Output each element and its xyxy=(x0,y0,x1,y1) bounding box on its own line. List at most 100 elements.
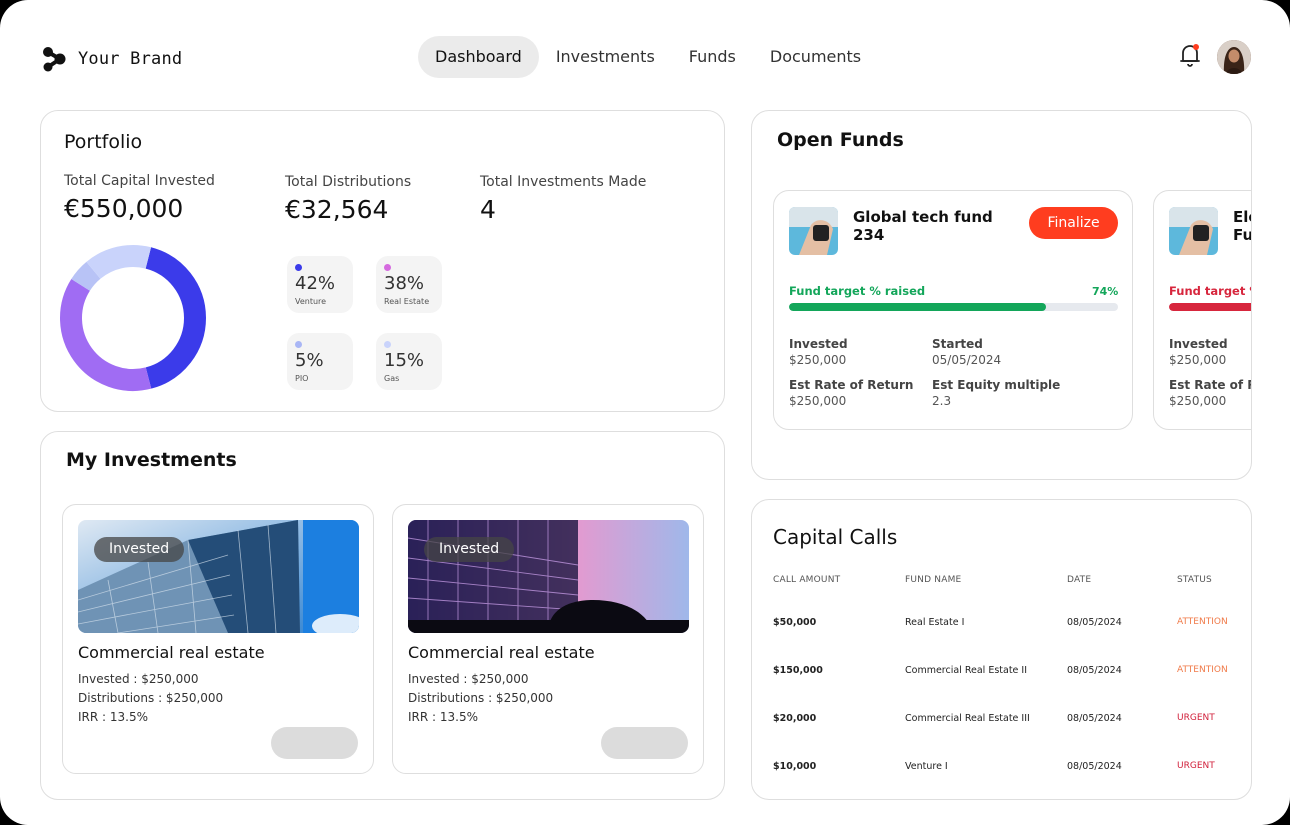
allocation-chip-pio: 5% PIO xyxy=(287,333,353,390)
call-fund-cell: Commercial Real Estate II xyxy=(905,665,1028,676)
call-fund-cell: Commercial Real Estate III xyxy=(905,713,1030,724)
header-fund-name: FUND NAME xyxy=(905,575,962,585)
fund-progress-fill xyxy=(789,303,1046,311)
fund-image xyxy=(789,207,838,255)
brand-name: Your Brand xyxy=(78,49,183,69)
fund-image xyxy=(1169,207,1218,255)
investment-invested: Invested : $250,000 xyxy=(408,672,529,686)
fund-progress-fill xyxy=(1169,303,1251,311)
donut-slice-gas xyxy=(86,245,152,280)
investment-distributions: Distributions : $250,000 xyxy=(408,691,554,705)
real-estate-pct: 38% xyxy=(384,273,425,294)
bell-icon[interactable] xyxy=(1178,42,1202,68)
header-call-amount: CALL AMOUNT xyxy=(773,575,841,585)
fund-rate-value: $250,000 xyxy=(1169,394,1227,408)
pio-dot xyxy=(295,341,302,348)
notification-dot xyxy=(1193,44,1199,50)
total-capital-value: €550,000 xyxy=(64,194,184,223)
fund-target-pct: 74% xyxy=(1092,285,1119,298)
capital-calls-card: Capital Calls CALL AMOUNT FUND NAME DATE… xyxy=(751,499,1252,800)
fund-multiple-label: Est Equity multiple xyxy=(932,378,1061,392)
nav-dashboard[interactable]: Dashboard xyxy=(418,36,539,78)
header-date: DATE xyxy=(1067,575,1092,585)
investment-action-button[interactable] xyxy=(271,727,358,759)
fund-name: Ele Fu xyxy=(1233,208,1252,244)
fund-started-value: 05/05/2024 xyxy=(932,353,1002,367)
brand-logo-icon xyxy=(43,47,66,72)
investment-card[interactable]: Invested Commercial real estate Invested… xyxy=(62,504,374,774)
donut-slice-real-estate xyxy=(60,278,152,391)
main-nav: Dashboard Investments Funds Documents xyxy=(418,36,878,78)
call-date-cell: 08/05/2024 xyxy=(1067,617,1122,628)
call-fund-cell: Venture I xyxy=(905,761,948,772)
call-date-cell: 08/05/2024 xyxy=(1067,665,1122,676)
allocation-donut-chart xyxy=(60,245,206,391)
fund-invested-label: Invested xyxy=(789,337,848,351)
my-investments-title: My Investments xyxy=(66,449,237,471)
open-funds-card: Open Funds Global tech fund 234 Finalize… xyxy=(751,110,1252,480)
fund-target-label: Fund target % raised xyxy=(789,284,926,298)
fund-started-label: Started xyxy=(932,337,983,351)
fund-rate-label: Est Rate of Return xyxy=(789,378,914,392)
pio-pct: 5% xyxy=(295,350,324,371)
total-investments-label: Total Investments Made xyxy=(480,174,647,190)
gas-pct: 15% xyxy=(384,350,425,371)
investments-bar-chart xyxy=(479,309,687,383)
app-window: Your Brand Dashboard Investments Funds D… xyxy=(0,0,1290,825)
gas-dot xyxy=(384,341,391,348)
fund-target-label: Fund target % xyxy=(1169,284,1252,298)
total-distributions-metric: Total Distributions €32,564 xyxy=(285,174,411,224)
allocation-chip-real-estate: 38% Real Estate xyxy=(376,256,442,313)
total-investments-metric: Total Investments Made 4 xyxy=(480,174,646,224)
investment-card[interactable]: Invested Commercial real estate Invested… xyxy=(392,504,704,774)
call-amount-cell: $50,000 xyxy=(773,617,817,628)
allocation-chip-venture: 42% Venture xyxy=(287,256,353,313)
investment-title: Commercial real estate xyxy=(78,643,265,662)
call-status-cell: URGENT xyxy=(1177,761,1215,771)
nav-documents[interactable]: Documents xyxy=(753,36,878,78)
fund-invested-label: Invested xyxy=(1169,337,1228,351)
portfolio-card: Portfolio Total Capital Invested €550,00… xyxy=(40,110,725,412)
venture-dot xyxy=(295,264,302,271)
fund-invested-value: $250,000 xyxy=(1169,353,1227,367)
total-investments-value: 4 xyxy=(480,195,496,224)
investment-invested: Invested : $250,000 xyxy=(78,672,199,686)
real-estate-label: Real Estate xyxy=(384,297,430,306)
donut-slice-pio xyxy=(71,261,101,292)
venture-label: Venture xyxy=(295,297,327,306)
call-status-cell: ATTENTION xyxy=(1177,617,1228,627)
brand[interactable]: Your Brand xyxy=(42,46,182,72)
investment-title: Commercial real estate xyxy=(408,643,595,662)
total-capital-label: Total Capital Invested xyxy=(64,173,215,189)
investment-irr: IRR : 13.5% xyxy=(78,710,149,724)
call-amount-cell: $10,000 xyxy=(773,761,817,772)
real-estate-dot xyxy=(384,264,391,271)
fund-rate-value: $250,000 xyxy=(789,394,847,408)
investment-distributions: Distributions : $250,000 xyxy=(78,691,224,705)
avatar-image xyxy=(1217,40,1251,74)
fund-card[interactable]: Ele Fu Fund target % Invested $250,000 E… xyxy=(1153,190,1252,430)
nav-funds[interactable]: Funds xyxy=(672,36,753,78)
pio-label: PIO xyxy=(295,374,309,383)
call-fund-cell: Real Estate I xyxy=(905,617,965,628)
fund-card[interactable]: Global tech fund 234 Finalize Fund targe… xyxy=(773,190,1133,430)
investment-image: Invested xyxy=(408,520,689,633)
capital-calls-title: Capital Calls xyxy=(773,525,898,549)
total-distributions-label: Total Distributions xyxy=(285,174,412,190)
finalize-button[interactable]: Finalize xyxy=(1029,207,1118,239)
invested-badge: Invested xyxy=(94,537,185,562)
avatar[interactable] xyxy=(1217,40,1251,74)
fund-name: Global tech fund 234 xyxy=(853,208,993,244)
allocation-chip-gas: 15% Gas xyxy=(376,333,442,390)
call-amount-cell: $150,000 xyxy=(773,665,823,676)
nav-investments[interactable]: Investments xyxy=(539,36,672,78)
fund-multiple-value: 2.3 xyxy=(932,394,952,408)
venture-pct: 42% xyxy=(295,273,336,294)
investment-action-button[interactable] xyxy=(601,727,688,759)
total-distributions-value: €32,564 xyxy=(285,195,389,224)
portfolio-title: Portfolio xyxy=(64,131,143,153)
gas-label: Gas xyxy=(384,374,400,383)
open-funds-title: Open Funds xyxy=(777,129,904,151)
call-date-cell: 08/05/2024 xyxy=(1067,761,1122,772)
invested-badge: Invested xyxy=(424,537,515,562)
